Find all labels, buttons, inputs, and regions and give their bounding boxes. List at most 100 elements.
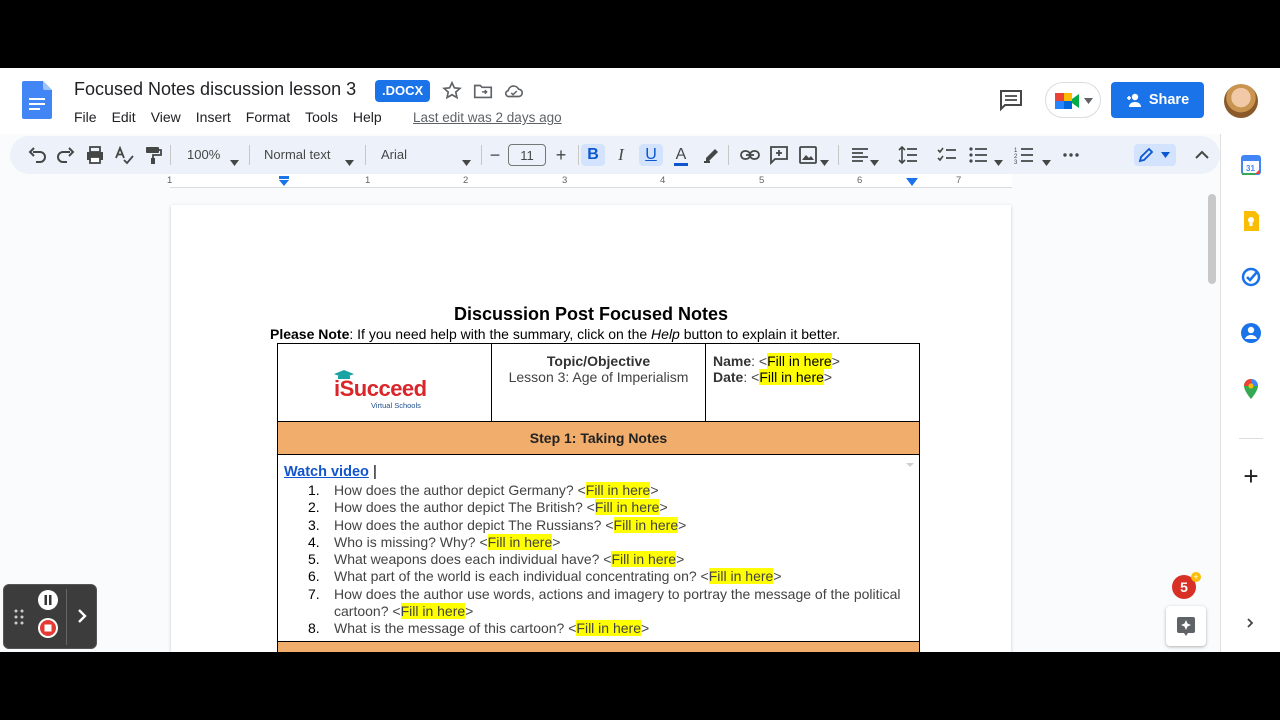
add-comment-icon[interactable] xyxy=(769,144,789,166)
docx-badge[interactable]: .DOCX xyxy=(375,80,431,102)
italic-button[interactable]: I xyxy=(610,144,632,166)
underline-button[interactable]: U xyxy=(639,144,663,166)
fill-in-field[interactable]: Fill in here xyxy=(576,620,641,637)
chevron-down-icon[interactable] xyxy=(870,152,879,174)
horizontal-ruler[interactable]: 1 1 2 3 4 5 6 7 xyxy=(167,174,1012,188)
spellcheck-icon[interactable] xyxy=(114,144,134,166)
insert-image-icon[interactable] xyxy=(798,144,818,166)
fill-in-field[interactable]: Fill in here xyxy=(708,568,774,585)
fill-in-field[interactable]: Fill in here xyxy=(611,551,677,568)
chevron-down-icon[interactable] xyxy=(230,152,239,174)
font-select[interactable]: Arial xyxy=(381,144,407,166)
align-left-icon[interactable] xyxy=(850,144,870,166)
notes-table: iSucceed Virtual Schools Topic/Objective… xyxy=(277,343,920,652)
line-spacing-icon[interactable] xyxy=(898,144,918,166)
insert-link-icon[interactable] xyxy=(739,144,761,166)
fill-in-field[interactable]: Fill in here xyxy=(594,499,660,516)
watch-video-link[interactable]: Watch video xyxy=(284,464,369,480)
contacts-icon[interactable] xyxy=(1240,322,1262,344)
list-item: 2. How does the author depict The British… xyxy=(308,499,668,516)
note-line: Please Note: If you need help with the s… xyxy=(270,326,840,342)
scrollbar-thumb[interactable] xyxy=(1208,194,1216,284)
person-add-icon xyxy=(1126,93,1141,107)
fill-in-field[interactable]: Fill in here xyxy=(400,603,466,620)
name-date-cell: Name: <Fill in here> Date: <Fill in here… xyxy=(713,353,840,385)
bulleted-list-icon[interactable] xyxy=(968,144,988,166)
right-indent-marker[interactable] xyxy=(906,178,918,186)
maps-icon[interactable] xyxy=(1240,378,1262,400)
name-fill[interactable]: Fill in here xyxy=(767,353,832,369)
star-icon[interactable] xyxy=(441,80,463,102)
share-button[interactable]: Share xyxy=(1111,82,1204,118)
text-color-icon: A xyxy=(673,146,689,166)
pencil-icon xyxy=(1138,147,1154,163)
redo-icon[interactable] xyxy=(56,144,76,166)
calendar-icon[interactable]: 31 xyxy=(1240,154,1262,176)
avatar[interactable] xyxy=(1224,84,1258,118)
add-addon-icon[interactable]: + xyxy=(1239,463,1263,489)
vertical-ruler[interactable] xyxy=(0,188,14,652)
fill-in-field[interactable]: Fill in here xyxy=(613,516,679,533)
numbered-list-icon[interactable]: 123 xyxy=(1014,144,1034,166)
notes-cell[interactable]: Watch video | 1. How does the author depi… xyxy=(278,455,919,642)
bold-button[interactable]: B xyxy=(581,144,605,166)
svg-text:31: 31 xyxy=(1246,164,1255,173)
menu-view[interactable]: View xyxy=(151,109,181,125)
editing-mode-button[interactable] xyxy=(1134,144,1176,166)
fill-in-field[interactable]: Fill in here xyxy=(585,482,651,498)
hide-menus-icon[interactable] xyxy=(1194,144,1210,166)
comment-history-icon[interactable] xyxy=(998,88,1024,112)
list-item: 7. How does the author use words, actions… xyxy=(308,585,901,620)
chevron-down-icon xyxy=(1161,152,1170,158)
chevron-down-icon[interactable] xyxy=(994,152,1003,174)
paint-format-icon[interactable] xyxy=(143,144,163,166)
share-label: Share xyxy=(1148,92,1190,108)
menu-format[interactable]: Format xyxy=(246,109,290,125)
side-divider xyxy=(1239,438,1263,439)
ruler-mark: 4 xyxy=(660,175,666,186)
table-cell-dropdown-icon[interactable] xyxy=(905,461,915,469)
menu-tools[interactable]: Tools xyxy=(305,109,338,125)
more-options-icon[interactable] xyxy=(1062,144,1080,166)
side-panel: 31 + xyxy=(1220,134,1280,652)
decrease-font-size-icon[interactable]: − xyxy=(484,144,506,166)
meet-button[interactable] xyxy=(1045,82,1101,118)
chevron-right-icon[interactable] xyxy=(76,607,88,625)
increase-font-size-icon[interactable]: + xyxy=(550,144,572,166)
drag-handle-icon[interactable] xyxy=(14,609,24,625)
print-icon[interactable] xyxy=(85,144,105,166)
checklist-icon[interactable] xyxy=(937,144,957,166)
last-edit-link[interactable]: Last edit was 2 days ago xyxy=(413,110,562,125)
move-folder-icon[interactable] xyxy=(472,80,494,102)
stop-recording-icon[interactable] xyxy=(37,617,59,639)
undo-icon[interactable] xyxy=(27,144,47,166)
paragraph-style-select[interactable]: Normal text xyxy=(264,144,330,166)
cloud-status-icon[interactable] xyxy=(503,80,525,102)
chevron-down-icon[interactable] xyxy=(820,152,829,174)
date-fill[interactable]: Fill in here xyxy=(759,369,824,385)
menu-edit[interactable]: Edit xyxy=(112,109,136,125)
menu-help[interactable]: Help xyxy=(353,109,382,125)
toolbar: 100% Normal text Arial − 11 + B I U A 12… xyxy=(10,136,1220,174)
text-color-button[interactable]: A xyxy=(670,144,692,166)
chevron-down-icon[interactable] xyxy=(1042,152,1051,174)
google-docs-icon[interactable] xyxy=(22,81,52,119)
left-indent-marker[interactable] xyxy=(278,176,290,186)
zoom-select[interactable]: 100% xyxy=(187,144,220,166)
pause-icon[interactable] xyxy=(37,589,59,611)
chevron-down-icon[interactable] xyxy=(345,152,354,174)
chevron-right-icon[interactable] xyxy=(1244,617,1256,629)
menu-file[interactable]: File xyxy=(74,109,97,125)
keep-icon[interactable] xyxy=(1240,210,1262,232)
chevron-down-icon[interactable] xyxy=(462,152,471,174)
tasks-icon[interactable] xyxy=(1240,266,1262,288)
font-size-input[interactable]: 11 xyxy=(508,144,546,166)
step2-header xyxy=(278,642,919,652)
ruler-mark: 1 xyxy=(365,175,371,186)
explore-button[interactable] xyxy=(1166,606,1206,646)
menu-insert[interactable]: Insert xyxy=(196,109,231,125)
fill-in-field[interactable]: Fill in here xyxy=(487,533,553,550)
document-page[interactable]: Discussion Post Focused Notes Please Not… xyxy=(171,205,1011,652)
document-title[interactable]: Focused Notes discussion lesson 3 xyxy=(74,79,356,100)
highlight-color-icon[interactable] xyxy=(701,144,721,166)
